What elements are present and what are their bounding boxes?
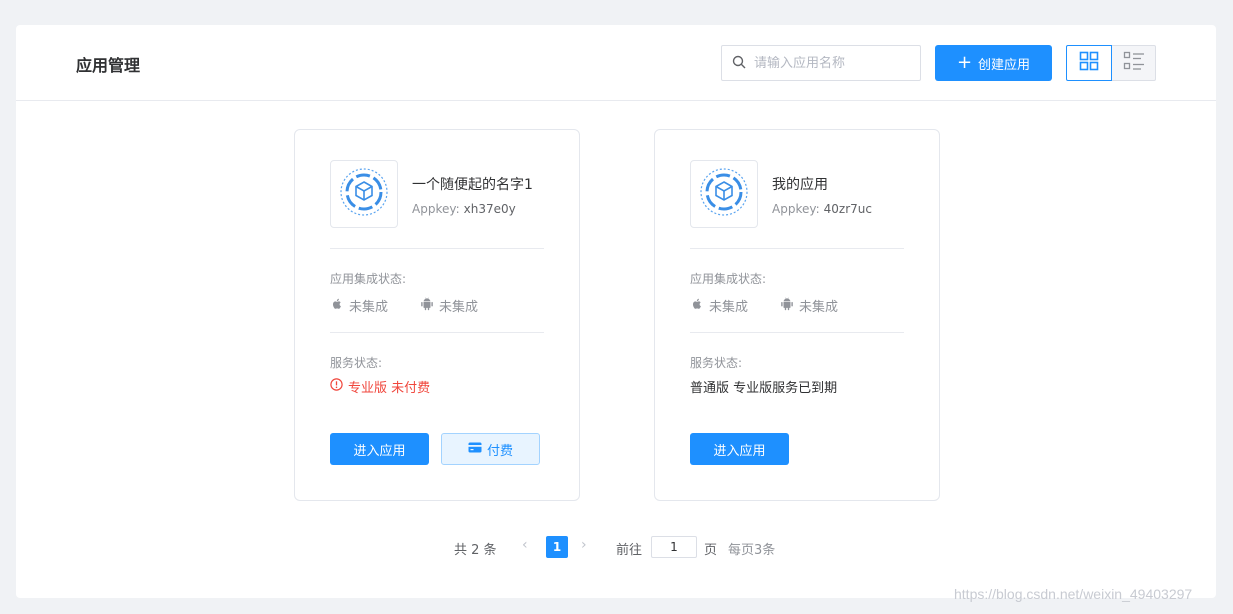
appkey-label: Appkey: <box>412 202 460 216</box>
watermark: https://blog.csdn.net/weixin_49403297 <box>954 586 1193 602</box>
ios-status-text: 未集成 <box>349 300 389 315</box>
pagination-total: 共 2 条 <box>454 543 497 558</box>
service-status-label: 服务状态: <box>330 356 383 370</box>
service-status-text: 普通版 专业版服务已到期 <box>690 381 838 396</box>
appkey-value: 40zr7uc <box>823 202 872 216</box>
android-status-text: 未集成 <box>799 300 839 315</box>
search-input[interactable] <box>754 55 914 71</box>
app-logo <box>330 160 398 228</box>
ios-status-text: 未集成 <box>709 300 749 315</box>
app-cube-icon <box>339 167 389 221</box>
enter-app-button[interactable]: 进入应用 <box>330 433 429 465</box>
pagination: 共 2 条 ‹ 1 › 前往 页 每页3条 <box>16 536 1216 558</box>
android-icon <box>780 297 799 315</box>
plus-icon: + <box>956 52 973 73</box>
appkey: Appkey: xh37e0y <box>412 202 516 216</box>
enter-app-button[interactable]: 进入应用 <box>690 433 789 465</box>
grid-icon <box>1079 51 1099 75</box>
goto-label: 前往 <box>616 543 643 558</box>
search-box[interactable] <box>721 45 921 81</box>
prev-page-icon[interactable]: ‹ <box>522 537 528 553</box>
service-status-text: 专业版 未付费 <box>348 381 431 396</box>
android-status-text: 未集成 <box>439 300 479 315</box>
grid-view-button[interactable] <box>1066 45 1112 81</box>
credit-card-icon <box>468 442 487 457</box>
app-card: 一个随便起的名字1 Appkey: xh37e0y 应用集成状态: 未集成 未集成… <box>294 129 580 501</box>
divider <box>330 332 544 333</box>
app-cube-icon <box>699 167 749 221</box>
integration-status-label: 应用集成状态: <box>330 272 407 286</box>
page-size-select[interactable]: 每页3条 <box>728 539 775 558</box>
appkey-label: Appkey: <box>772 202 820 216</box>
appkey: Appkey: 40zr7uc <box>772 202 872 216</box>
android-status: 未集成 <box>780 296 838 315</box>
ios-status: 未集成 <box>690 296 748 315</box>
ios-status: 未集成 <box>330 296 388 315</box>
appkey-value: xh37e0y <box>463 202 516 216</box>
android-icon <box>420 297 439 315</box>
divider <box>690 332 904 333</box>
pay-label: 付费 <box>486 443 513 459</box>
create-app-label: 创建应用 <box>978 57 1031 73</box>
warning-circle-icon <box>330 378 348 395</box>
goto-suffix: 页 <box>704 543 718 558</box>
next-page-icon[interactable]: › <box>581 537 587 553</box>
apple-icon <box>690 297 709 315</box>
main-panel: 应用管理 + 创建应用 <box>16 25 1216 598</box>
integration-status-label: 应用集成状态: <box>690 272 767 286</box>
header: 应用管理 + 创建应用 <box>16 25 1216 101</box>
app-name: 我的应用 <box>772 177 828 193</box>
goto-page-input[interactable] <box>651 536 697 558</box>
search-icon <box>732 54 746 73</box>
apple-icon <box>330 297 349 315</box>
page-title: 应用管理 <box>76 56 141 75</box>
list-icon <box>1123 51 1145 75</box>
android-status: 未集成 <box>420 296 478 315</box>
pay-button[interactable]: 付费 <box>441 433 540 465</box>
app-logo <box>690 160 758 228</box>
page-number-current[interactable]: 1 <box>546 536 568 558</box>
divider <box>690 248 904 249</box>
service-status: 专业版 未付费 <box>330 377 430 396</box>
app-name: 一个随便起的名字1 <box>412 177 533 193</box>
create-app-button[interactable]: + 创建应用 <box>935 45 1052 81</box>
app-card: 我的应用 Appkey: 40zr7uc 应用集成状态: 未集成 未集成 服务状态… <box>654 129 940 501</box>
service-status-label: 服务状态: <box>690 356 743 370</box>
list-view-button[interactable] <box>1112 45 1156 81</box>
divider <box>330 248 544 249</box>
